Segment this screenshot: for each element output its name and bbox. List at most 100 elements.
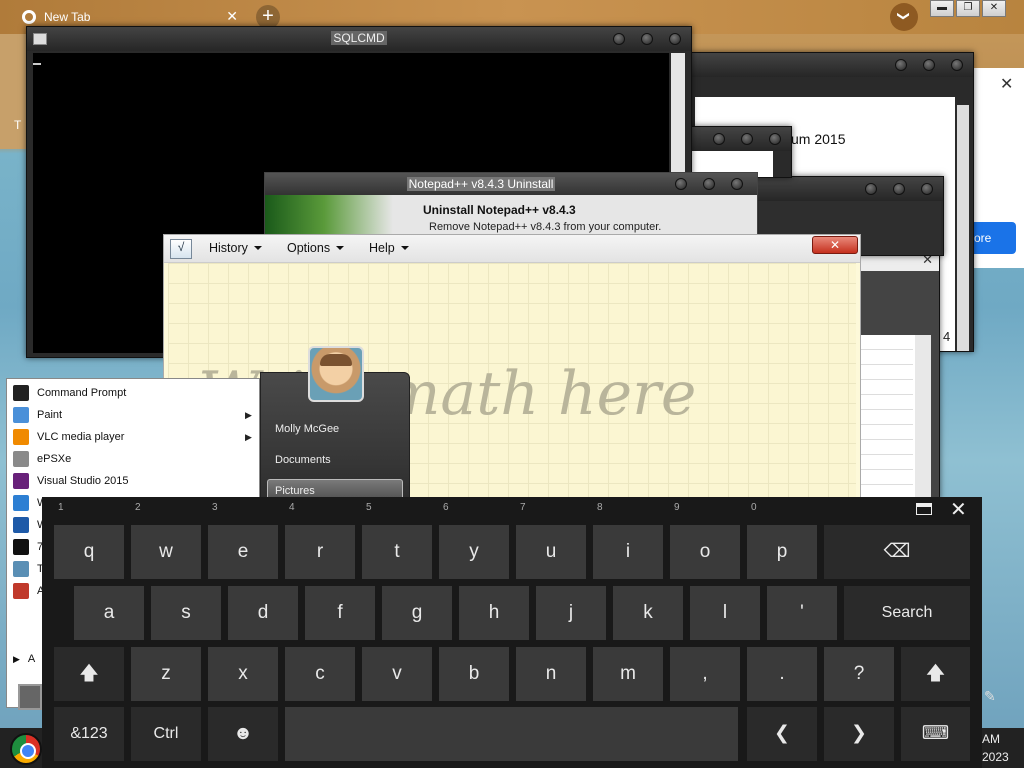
space-key[interactable] xyxy=(285,707,738,761)
key-d[interactable]: d xyxy=(228,586,298,640)
npp-subheading: Remove Notepad++ v8.4.3 from your comput… xyxy=(429,221,662,233)
key-w[interactable]: 2w xyxy=(131,503,201,579)
key-number-hint: 6 xyxy=(443,502,449,513)
key-row3-1[interactable]: x xyxy=(208,647,278,701)
key-k[interactable]: k xyxy=(613,586,683,640)
vertical-scrollbar[interactable] xyxy=(957,105,969,351)
left-arrow-key[interactable]: ❮ xyxy=(747,707,817,761)
key-j[interactable]: j xyxy=(536,586,606,640)
key-f[interactable]: f xyxy=(305,586,375,640)
key-e[interactable]: 3e xyxy=(208,503,278,579)
maximize-dot[interactable] xyxy=(741,133,753,145)
small-window-titlebar[interactable] xyxy=(691,127,791,151)
user-name[interactable]: Molly McGee xyxy=(275,423,339,435)
all-programs[interactable]: ▶ A xyxy=(13,649,35,669)
place-documents[interactable]: Documents xyxy=(275,454,331,466)
program-item[interactable]: A xyxy=(13,581,44,601)
keyboard-close-icon[interactable]: ✕ xyxy=(950,497,967,522)
npp-titlebar[interactable]: Notepad++ v8.4.3 Uninstall xyxy=(265,173,757,195)
math-input-icon[interactable]: √ xyxy=(170,239,192,259)
minimize-dot[interactable] xyxy=(675,178,687,190)
key-row3-0[interactable]: z xyxy=(131,647,201,701)
search-key[interactable]: Search xyxy=(844,586,970,640)
math-close-button[interactable]: ✕ xyxy=(812,236,858,254)
key-row3-8[interactable]: . xyxy=(747,647,817,701)
symbols-key[interactable]: &123 xyxy=(54,707,124,761)
program-item[interactable]: VLC media player ▶ xyxy=(13,427,252,447)
key-t[interactable]: 5t xyxy=(362,503,432,579)
key-y[interactable]: 6y xyxy=(439,503,509,579)
chrome-taskbar-icon[interactable] xyxy=(10,733,42,765)
minimize-dot[interactable] xyxy=(613,33,625,45)
maximize-dot[interactable] xyxy=(641,33,653,45)
key-row3-9[interactable]: ? xyxy=(824,647,894,701)
taskbar-clock[interactable]: AM 2023 xyxy=(982,730,1009,766)
key-apostrophe[interactable]: ' xyxy=(767,586,837,640)
program-item[interactable]: Visual Studio 2015 xyxy=(13,471,129,491)
key-row3-3[interactable]: v xyxy=(362,647,432,701)
menu-help[interactable]: Help xyxy=(369,241,409,255)
taskbar-button[interactable] xyxy=(18,684,42,710)
popup-close-icon[interactable]: ✕ xyxy=(1000,74,1013,94)
program-item[interactable]: ePSXe xyxy=(13,449,71,469)
menu-options[interactable]: Options xyxy=(287,241,344,255)
maximize-dot[interactable] xyxy=(893,183,905,195)
chevron-down-icon: ❯ xyxy=(897,10,911,22)
restore-button[interactable]: ❐ xyxy=(956,0,980,17)
key-l[interactable]: l xyxy=(690,586,760,640)
keyboard-layout-key[interactable]: ⌨ xyxy=(901,707,970,761)
key-r[interactable]: 4r xyxy=(285,503,355,579)
key-label: r xyxy=(316,541,324,562)
minimize-dot[interactable] xyxy=(895,59,907,71)
tab-search-button[interactable]: ❯ xyxy=(890,3,918,31)
key-p[interactable]: 0p xyxy=(747,503,817,579)
program-item[interactable]: 7 xyxy=(13,537,43,557)
key-q[interactable]: 1q xyxy=(54,503,124,579)
place-pictures[interactable]: Pictures xyxy=(275,485,315,497)
key-row3-4[interactable]: b xyxy=(439,647,509,701)
maximize-dot[interactable] xyxy=(703,178,715,190)
key-row3-7[interactable]: , xyxy=(670,647,740,701)
key-u[interactable]: 7u xyxy=(516,503,586,579)
program-item[interactable]: Paint ▶ xyxy=(13,405,252,425)
close-dot[interactable] xyxy=(769,133,781,145)
key-s[interactable]: s xyxy=(151,586,221,640)
dialog-titlebar[interactable] xyxy=(757,177,943,201)
program-item[interactable]: Command Prompt xyxy=(13,383,126,403)
sqlcmd-titlebar[interactable]: SQLCMD xyxy=(27,27,691,51)
program-item[interactable]: T xyxy=(13,559,44,579)
minimize-dot[interactable] xyxy=(865,183,877,195)
key-row3-5[interactable]: n xyxy=(516,647,586,701)
shift-key-left[interactable]: 🡅 xyxy=(54,647,124,701)
key-i[interactable]: 8i xyxy=(593,503,663,579)
close-dot[interactable] xyxy=(921,183,933,195)
key-row3-2[interactable]: c xyxy=(285,647,355,701)
emoji-key[interactable]: ☻ xyxy=(208,707,278,761)
menu-history[interactable]: History xyxy=(209,241,262,255)
user-avatar[interactable] xyxy=(308,346,364,402)
close-button[interactable]: ✕ xyxy=(982,0,1006,17)
backspace-key[interactable]: ⌫ xyxy=(824,525,970,579)
dock-keyboard-icon[interactable] xyxy=(916,503,932,515)
close-dot[interactable] xyxy=(951,59,963,71)
app-icon xyxy=(13,561,29,577)
key-a[interactable]: a xyxy=(74,586,144,640)
minimize-button[interactable]: ▬ xyxy=(930,0,954,17)
minimize-dot[interactable] xyxy=(713,133,725,145)
right-arrow-key[interactable]: ❯ xyxy=(824,707,894,761)
npp-title: Notepad++ v8.4.3 Uninstall xyxy=(406,177,556,191)
key-row3-6[interactable]: m xyxy=(593,647,663,701)
window-titlebar[interactable] xyxy=(691,53,973,77)
maximize-dot[interactable] xyxy=(923,59,935,71)
tab-close-icon[interactable]: ✕ xyxy=(226,8,238,25)
ctrl-key[interactable]: Ctrl xyxy=(131,707,201,761)
close-dot[interactable] xyxy=(731,178,743,190)
key-h[interactable]: h xyxy=(459,586,529,640)
pen-icon[interactable]: ✎ xyxy=(984,688,996,705)
close-dot[interactable] xyxy=(669,33,681,45)
key-g[interactable]: g xyxy=(382,586,452,640)
grid-scrollbar[interactable] xyxy=(915,335,931,499)
key-label: ⌨ xyxy=(921,723,950,744)
key-o[interactable]: 9o xyxy=(670,503,740,579)
shift-key-right[interactable]: 🡅 xyxy=(901,647,970,701)
